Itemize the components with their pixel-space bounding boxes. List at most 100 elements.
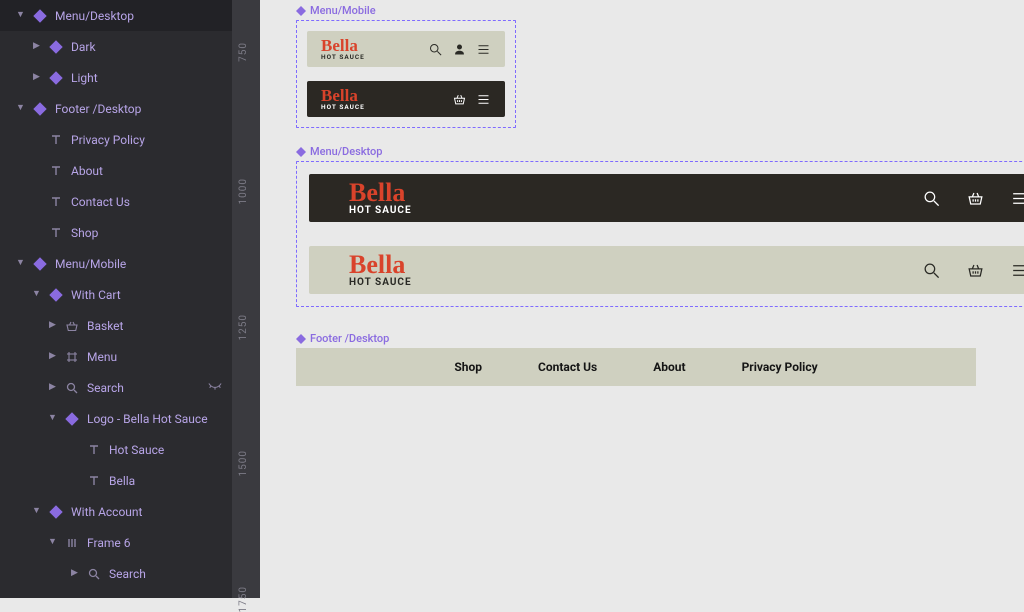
logo-tagline: HOT SAUCE xyxy=(321,54,365,61)
design-canvas[interactable]: Menu/Mobile Bella HOT SAUCE Bella HOT xyxy=(260,0,1024,598)
logo: Bella HOT SAUCE xyxy=(321,87,365,111)
component-icon xyxy=(33,9,47,23)
account-icon[interactable] xyxy=(451,41,467,57)
layer-label: Frame 6 xyxy=(87,536,130,550)
layer-row[interactable]: ▼ Logo - Bella Hot Sauce xyxy=(0,403,232,434)
layer-label: Menu/Mobile xyxy=(55,257,126,271)
basket-icon[interactable] xyxy=(965,188,985,208)
frame-label-footer[interactable]: Footer /Desktop xyxy=(296,332,976,345)
chevron-down-icon[interactable]: ▼ xyxy=(48,538,57,547)
frame-label-text: Menu/Desktop xyxy=(310,145,382,158)
layer-label: Menu/Desktop xyxy=(55,9,134,23)
logo: Bella HOT SAUCE xyxy=(321,37,365,61)
frame-label-text: Menu/Mobile xyxy=(310,4,376,17)
layer-row[interactable]: ▶ Search xyxy=(0,558,232,589)
chevron-down-icon[interactable]: ▼ xyxy=(48,414,57,423)
frame-label-desktop[interactable]: Menu/Desktop xyxy=(296,145,1024,158)
layer-row[interactable]: ▼ Frame 6 xyxy=(0,527,232,558)
layer-label: Logo - Bella Hot Sauce xyxy=(87,412,208,426)
menu-mobile-group[interactable]: Bella HOT SAUCE Bella HOT SAUCE xyxy=(296,20,516,128)
footer-link[interactable]: Contact Us xyxy=(538,360,597,374)
layer-label: Search xyxy=(109,567,146,581)
hamburger-icon[interactable] xyxy=(475,91,491,107)
ruler-tick: 1250 xyxy=(238,314,249,340)
component-icon xyxy=(65,412,79,426)
layer-row[interactable]: ▼ With Account xyxy=(0,496,232,527)
component-icon xyxy=(49,40,63,54)
chevron-right-icon[interactable]: ▶ xyxy=(48,383,57,392)
footer-desktop[interactable]: Shop Contact Us About Privacy Policy xyxy=(296,348,976,386)
text-icon xyxy=(87,474,101,488)
text-icon xyxy=(49,226,63,240)
chevron-right-icon[interactable]: ▶ xyxy=(32,42,41,51)
layer-row[interactable]: Bella xyxy=(0,465,232,496)
layer-row[interactable]: ▶Search xyxy=(0,372,232,403)
layer-row[interactable]: ▼ Menu/Mobile xyxy=(0,248,232,279)
hamburger-icon[interactable] xyxy=(1009,188,1024,208)
menu-desktop-group[interactable]: Bella HOT SAUCE Bella HOT SAUCE xyxy=(296,161,1024,307)
text-icon xyxy=(49,133,63,147)
frame-label-mobile[interactable]: Menu/Mobile xyxy=(296,4,516,17)
logo-script: Bella xyxy=(349,180,412,206)
footer-link[interactable]: About xyxy=(653,360,685,374)
bars-icon xyxy=(65,536,79,550)
layer-label: About xyxy=(71,164,103,178)
layer-row[interactable]: Privacy Policy xyxy=(0,124,232,155)
layer-row[interactable]: ▼With Cart xyxy=(0,279,232,310)
layer-row[interactable]: ▼ Menu/Desktop xyxy=(0,0,232,31)
hamburger-icon[interactable] xyxy=(1009,260,1024,280)
footer-link[interactable]: Shop xyxy=(454,360,482,374)
layer-label: Footer /Desktop xyxy=(55,102,141,116)
text-icon xyxy=(49,164,63,178)
chevron-down-icon[interactable]: ▼ xyxy=(32,290,41,299)
ruler-tick: 1750 xyxy=(238,586,249,612)
layer-row[interactable]: About xyxy=(0,155,232,186)
layer-row[interactable]: Shop xyxy=(0,217,232,248)
layer-row[interactable]: ▶Basket xyxy=(0,310,232,341)
basket-icon[interactable] xyxy=(451,91,467,107)
chevron-down-icon[interactable]: ▼ xyxy=(16,11,25,20)
logo-tagline: HOT SAUCE xyxy=(349,206,412,216)
layer-label: Menu xyxy=(87,350,117,364)
logo: Bella HOT SAUCE xyxy=(349,252,412,288)
search-icon[interactable] xyxy=(921,260,941,280)
layer-label: Privacy Policy xyxy=(71,133,145,147)
layer-row[interactable]: ▶ Menu xyxy=(0,341,232,372)
search-icon[interactable] xyxy=(921,188,941,208)
layer-label: Shop xyxy=(71,226,98,240)
layer-label: Light xyxy=(71,71,98,85)
layer-row[interactable]: Contact Us xyxy=(0,186,232,217)
component-icon xyxy=(49,505,63,519)
menu-mobile-light[interactable]: Bella HOT SAUCE xyxy=(307,31,505,67)
layer-label: With Account xyxy=(71,505,142,519)
footer-link[interactable]: Privacy Policy xyxy=(742,360,818,374)
ruler-tick: 1500 xyxy=(238,450,249,476)
text-icon xyxy=(87,443,101,457)
chevron-down-icon[interactable]: ▼ xyxy=(16,104,25,113)
basket-icon[interactable] xyxy=(965,260,985,280)
layer-row[interactable]: ▶Dark xyxy=(0,31,232,62)
component-icon xyxy=(49,288,63,302)
search-icon[interactable] xyxy=(427,41,443,57)
hamburger-icon[interactable] xyxy=(475,41,491,57)
menu-desktop-light[interactable]: Bella HOT SAUCE xyxy=(309,246,1024,294)
component-icon xyxy=(49,71,63,85)
layer-label: Contact Us xyxy=(71,195,130,209)
chevron-right-icon[interactable]: ▶ xyxy=(70,569,79,578)
chevron-right-icon[interactable]: ▶ xyxy=(32,73,41,82)
ruler-tick: 1000 xyxy=(238,178,249,204)
logo-script: Bella xyxy=(349,252,412,278)
menu-mobile-dark[interactable]: Bella HOT SAUCE xyxy=(307,81,505,117)
chevron-down-icon[interactable]: ▼ xyxy=(32,507,41,516)
vertical-ruler: 7501000125015001750 xyxy=(232,0,260,598)
layer-row[interactable]: ▼ Footer /Desktop xyxy=(0,93,232,124)
chevron-right-icon[interactable]: ▶ xyxy=(48,352,57,361)
layer-row[interactable]: Hot Sauce xyxy=(0,434,232,465)
visibility-hidden-icon[interactable] xyxy=(208,381,222,395)
chevron-right-icon[interactable]: ▶ xyxy=(48,321,57,330)
menu-desktop-dark[interactable]: Bella HOT SAUCE xyxy=(309,174,1024,222)
layer-label: Hot Sauce xyxy=(109,443,164,457)
layer-row[interactable]: ▶ Light xyxy=(0,62,232,93)
logo-script: Bella xyxy=(321,87,365,104)
chevron-down-icon[interactable]: ▼ xyxy=(16,259,25,268)
